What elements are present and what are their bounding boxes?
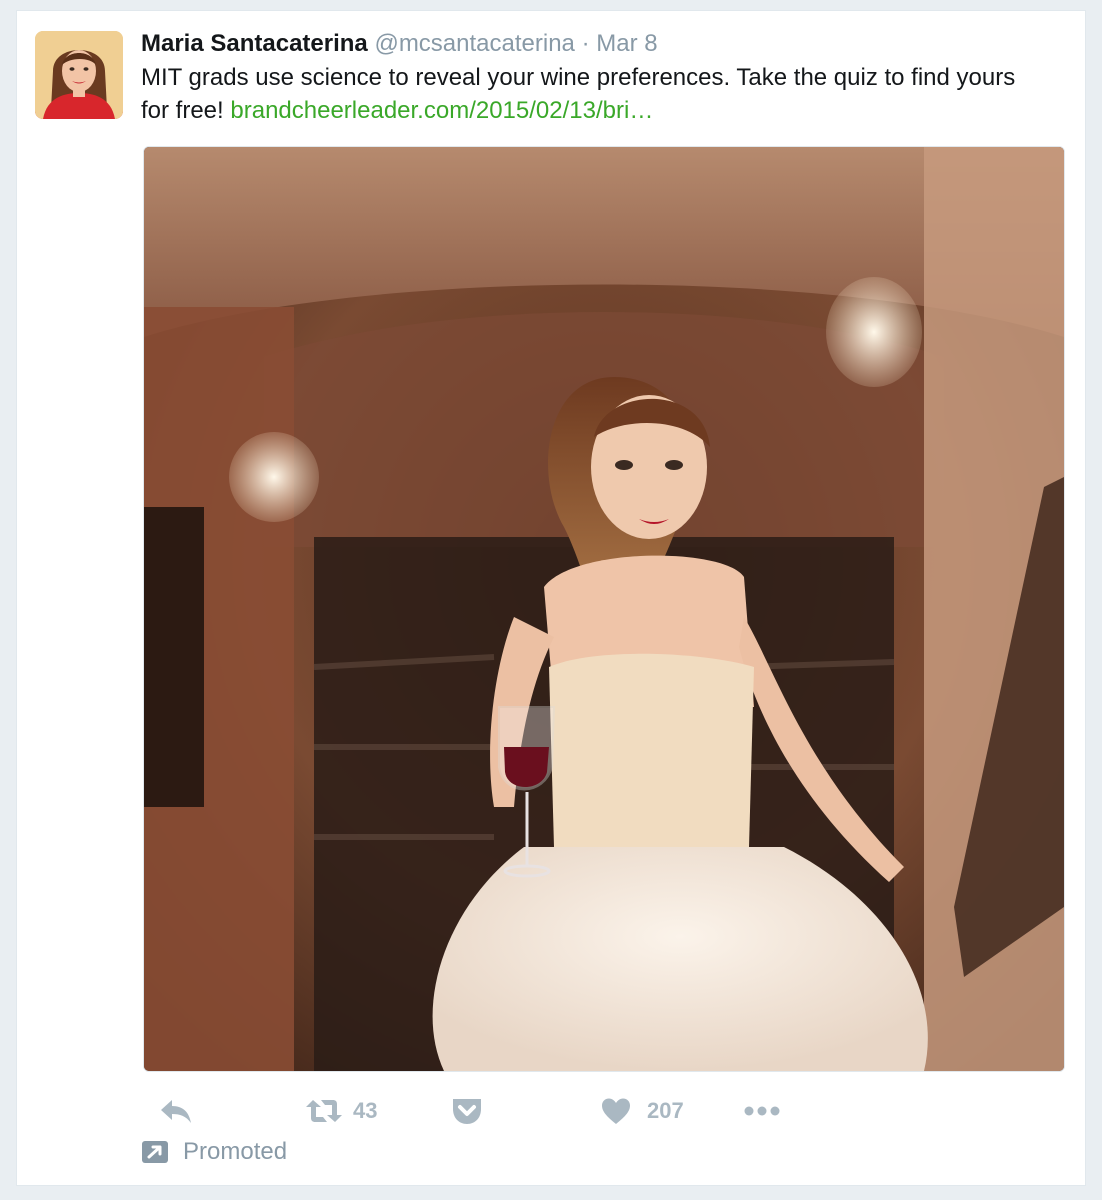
avatar-image [35, 31, 123, 119]
promoted-label[interactable]: Promoted [141, 1135, 287, 1169]
tweet-header: Maria Santacaterina @mcsantacaterina · M… [141, 29, 1065, 59]
pocket-icon [453, 1099, 481, 1124]
more-dots-icon [744, 1106, 780, 1116]
tweet-link[interactable]: brandcheerleader.com/2015/02/13/bri… [230, 97, 653, 124]
promoted-arrow-icon [142, 1141, 168, 1163]
retweet-icon [306, 1100, 342, 1122]
like-button[interactable]: 207 [601, 1091, 684, 1131]
reply-icon [161, 1100, 191, 1123]
author-name[interactable]: Maria Santacaterina [141, 30, 368, 57]
tweet-text: MIT grads use science to reveal your win… [141, 61, 1041, 127]
tweet-actions: 43 207 [143, 1091, 1063, 1131]
retweet-count: 43 [353, 1098, 378, 1123]
avatar[interactable] [35, 31, 123, 119]
header-separator: · [581, 30, 590, 57]
like-count: 207 [647, 1098, 684, 1123]
reply-button[interactable] [159, 1091, 193, 1131]
retweet-button[interactable]: 43 [305, 1091, 377, 1131]
photo-woman-with-wine-glass [144, 147, 1064, 1071]
promoted-text: Promoted [183, 1138, 288, 1165]
tweet-date[interactable]: Mar 8 [596, 30, 657, 57]
tweet-photo[interactable] [143, 146, 1065, 1072]
pocket-button[interactable] [451, 1091, 483, 1131]
tweet-card[interactable]: Maria Santacaterina @mcsantacaterina · M… [16, 10, 1086, 1186]
heart-icon [602, 1098, 630, 1124]
more-button[interactable] [743, 1091, 781, 1131]
author-handle[interactable]: @mcsantacaterina [374, 30, 574, 57]
